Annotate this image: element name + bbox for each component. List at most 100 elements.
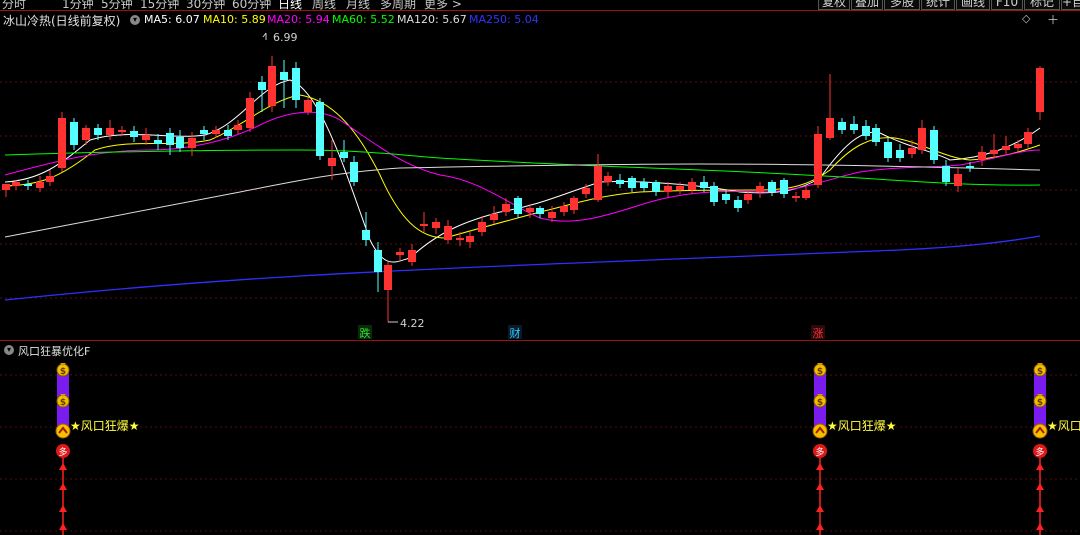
chart-grid [0,81,1080,299]
candle [884,138,892,162]
candle [316,98,324,160]
chevron-down-icon[interactable]: ▾ [130,15,140,25]
period-tab-multi[interactable]: 多周期 [380,0,416,10]
candle [444,220,452,244]
svg-text:$: $ [60,367,66,377]
period-tab-30min[interactable]: 30分钟 [186,0,225,10]
candle [954,168,962,192]
rocket-badge-icon [55,423,71,439]
candle [838,118,846,134]
candle [1036,66,1044,120]
candle [70,118,78,150]
draw-line-button[interactable]: 画线 [956,0,990,10]
candle [792,192,800,202]
candle [82,125,90,145]
ma60-label: MA60: 5.52 [332,13,395,26]
candle [362,212,370,246]
stock-title: 冰山冷热(日线前复权) [3,14,121,28]
period-tab-15min[interactable]: 15分钟 [140,0,179,10]
statistics-button[interactable]: 统计 [921,0,955,10]
candle [328,140,336,180]
candle [490,206,498,224]
add-custom-button[interactable]: +自 [1061,0,1080,10]
signal-column: $ $ 多 ★风口狂爆★ [812,363,897,535]
svg-text:$: $ [817,398,823,408]
candle [978,146,986,166]
candle [862,120,870,140]
svg-text:$: $ [1037,367,1043,377]
candle [802,186,810,200]
candle [872,124,880,146]
candle [710,182,718,206]
candle [780,178,788,198]
candle [826,74,834,140]
period-tab-60min[interactable]: 60分钟 [232,0,271,10]
candle [234,120,242,134]
overlay-button[interactable]: 叠加 [851,0,883,10]
diamond-icon[interactable]: ◇ [1022,12,1030,25]
plus-icon[interactable]: ＋ [1047,11,1059,28]
candle [292,62,300,108]
main-chart-header: 冰山冷热(日线前复权) ▾ MA5: 6.07 MA10: 5.89 MA20:… [0,11,1080,29]
candle [258,76,266,112]
candle [432,218,440,234]
candle [350,156,358,186]
money-bag-icon: $ [813,363,827,377]
candle [514,196,522,218]
ma250-label: MA250: 5.04 [469,13,539,26]
period-tab-weekly[interactable]: 周线 [312,0,336,10]
period-tab-5min[interactable]: 5分钟 [101,0,133,10]
period-tab-daily[interactable]: 日线 [278,0,302,10]
candle [466,232,474,248]
low-price-label: 4.22 [400,317,425,330]
money-bag-icon: $ [56,394,70,408]
indicator-header: ▾ 风口狂暴优化F [0,341,1080,358]
candle [930,126,938,164]
candle [734,196,742,212]
signal-column: $ $ 多 ★风口3 [1032,363,1080,535]
candle [502,198,510,216]
fuquan-button[interactable]: 复权 [818,0,850,10]
multi-stock-button[interactable]: 多股 [884,0,920,10]
svg-text:$: $ [817,367,823,377]
duo-badge-icon: 多 [1033,444,1047,458]
candle [268,56,276,112]
marker-cai: 财 [510,326,521,340]
candle [246,92,254,132]
candle [850,116,858,134]
low-price-annotation: 4.22 [388,317,425,330]
duo-badge-icon: 多 [813,444,827,458]
period-tab-more[interactable]: 更多 > [424,0,462,10]
candle [200,126,208,140]
ma20-label: MA20: 5.94 [267,13,330,26]
marker-die: 跌 [360,326,371,340]
period-tab-monthly[interactable]: 月线 [346,0,370,10]
indicator-grid [0,374,1080,532]
svg-text:$: $ [60,398,66,408]
signal-text: ★风口3 [1047,419,1080,433]
candle [908,140,916,158]
mark-button[interactable]: 标记 [1024,0,1060,10]
money-bag-icon: $ [56,363,70,377]
candle [420,212,428,232]
signal-text: ★风口狂爆★ [827,419,897,433]
chevron-down-icon-indicator[interactable]: ▾ [4,345,14,355]
candle [1014,140,1022,152]
svg-text:$: $ [1037,398,1043,408]
f10-button[interactable]: F10 [991,0,1023,10]
candles [2,56,1044,322]
period-tab-fenshi[interactable]: 分时 [2,0,26,10]
candle [58,112,66,172]
rocket-badge-icon [812,423,828,439]
period-tab-1min[interactable]: 1分钟 [62,0,94,10]
ma10-label: MA10: 5.89 [203,13,266,26]
signal-text: ★风口狂爆★ [70,419,140,433]
signal-columns: $ $ 多 ★风口狂爆★ $ $ 多 ★风口狂爆★ $ $ 多 ★风口3 [55,363,1080,535]
duo-badge-icon: 多 [56,444,70,458]
marker-zhang: 涨 [813,327,824,340]
svg-text:多: 多 [815,446,824,458]
candlestick-chart[interactable]: 6.99 4.22 跌 财 涨 [0,28,1080,340]
indicator-chart[interactable]: $ $ 多 ★风口狂爆★ $ $ 多 ★风口狂爆★ $ $ 多 ★风口3 [0,357,1080,535]
candle [24,180,32,190]
candle [408,244,416,266]
